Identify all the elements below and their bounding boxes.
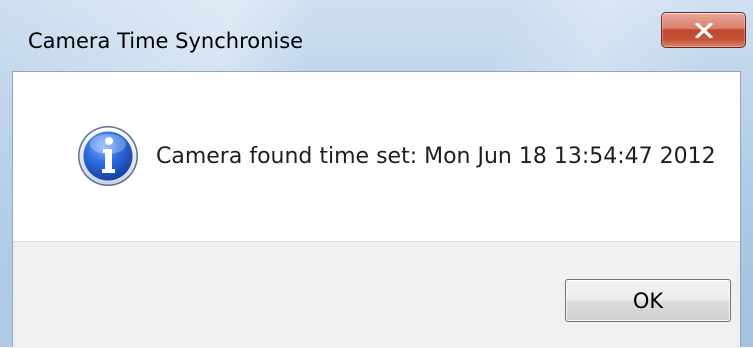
close-icon — [694, 22, 713, 38]
dialog-client-area: Camera found time set: Mon Jun 18 13:54:… — [12, 71, 741, 348]
dialog-window: Camera Time Synchronise Camera found tim… — [0, 0, 753, 348]
ok-button[interactable]: OK — [565, 279, 731, 322]
message-text: Camera found time set: Mon Jun 18 13:54:… — [156, 144, 716, 169]
button-bar: OK — [13, 241, 740, 348]
info-icon — [78, 126, 138, 186]
close-button[interactable] — [661, 12, 746, 48]
message-area: Camera found time set: Mon Jun 18 13:54:… — [13, 72, 740, 241]
window-title: Camera Time Synchronise — [28, 29, 304, 53]
